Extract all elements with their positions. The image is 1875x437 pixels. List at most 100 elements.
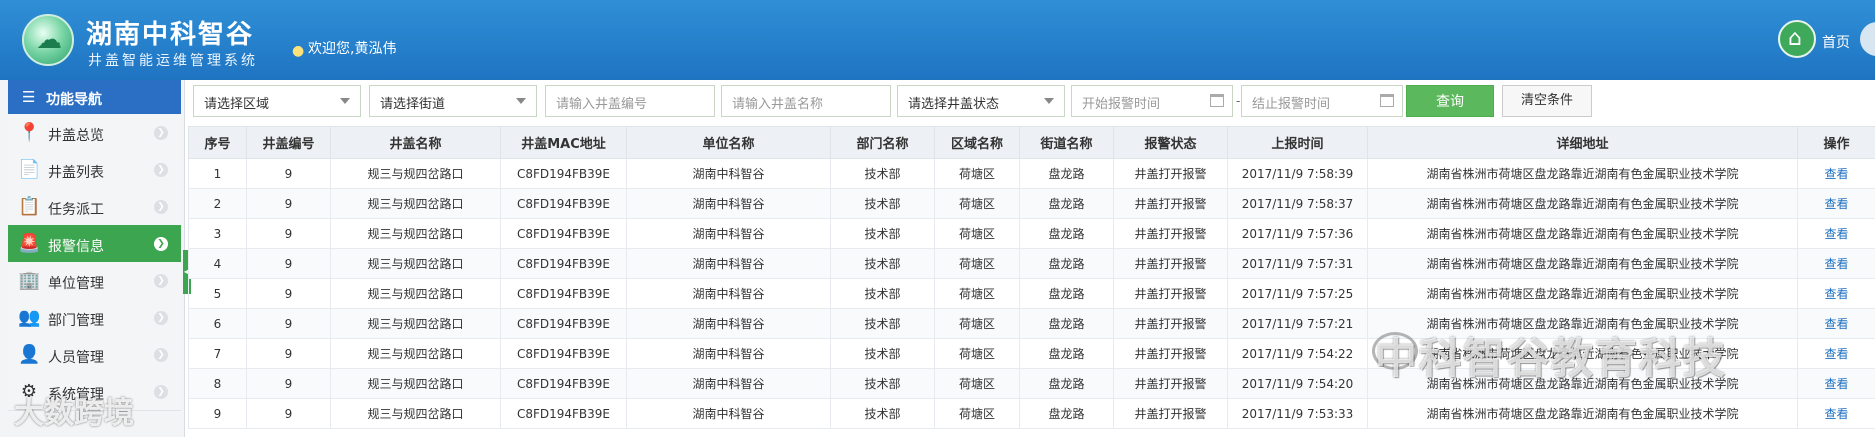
action-cell: 查看 [1797, 218, 1875, 249]
sidebar-item-label: 部门管理 [48, 313, 104, 329]
calendar-icon[interactable] [1380, 94, 1394, 107]
cover-name-placeholder: 请输入井盖名称 [732, 97, 824, 112]
sidebar-item-4[interactable]: 🚨 报警信息 ❯ [8, 225, 181, 263]
street-select[interactable]: 请选择街道 [369, 85, 537, 117]
home-link[interactable]: 首页 [1822, 32, 1850, 52]
user-icon: 👤 [18, 344, 41, 365]
view-link[interactable]: 查看 [1824, 197, 1848, 211]
table-cell: 技术部 [830, 218, 935, 249]
end-time-input[interactable]: 结止报警时间 [1241, 85, 1403, 117]
table-cell: 井盖打开报警 [1113, 398, 1228, 429]
column-header: 上报时间 [1227, 126, 1368, 159]
view-link[interactable]: 查看 [1824, 257, 1848, 271]
area-select-value: 请选择区域 [204, 97, 270, 112]
table-row: 3 9 规三与规四岔路口 C8FD194FB39E 湖南中科智谷 技术部 荷塘区 盘龙路 井盖打… [188, 218, 1875, 249]
action-cell: 查看 [1797, 398, 1875, 429]
chevron-right-icon: ❯ [154, 274, 168, 288]
street-select-value: 请选择街道 [380, 97, 446, 112]
column-header: 井盖名称 [330, 126, 501, 159]
table-cell: 井盖打开报警 [1113, 338, 1228, 369]
menu-list-icon: ☰ [22, 88, 36, 106]
home-icon[interactable]: ⌂ [1778, 20, 1816, 58]
table-cell: 技术部 [830, 158, 935, 189]
alarm-table-container: 序号 井盖编号 井盖名称 井盖MAC地址 单位名称 部门名称 区域名称 街道名称 报警状态 上报时… [188, 126, 1875, 437]
table-cell: 9 [246, 308, 331, 339]
table-cell: 9 [246, 248, 331, 279]
table-cell: 湖南中科智谷 [626, 248, 831, 279]
table-cell: 2017/11/9 7:54:22 [1227, 338, 1368, 369]
chevron-right-icon: ❯ [154, 348, 168, 362]
sidebar-item-3[interactable]: 📋 任务派工 ❯ [8, 188, 181, 226]
action-cell: 查看 [1797, 248, 1875, 279]
toolbar-edge-icon[interactable] [1860, 22, 1875, 56]
filter-bar: 请选择区域 请选择街道 请输入井盖编号 请输入井盖名称 请选择井盖状态 开始报警… [188, 82, 1875, 122]
table-cell: 荷塘区 [934, 368, 1020, 399]
cover-name-input[interactable]: 请输入井盖名称 [721, 85, 891, 117]
action-cell: 查看 [1797, 278, 1875, 309]
chevron-right-icon: ❯ [154, 163, 168, 177]
chevron-down-icon [1044, 98, 1054, 104]
table-header-row: 序号 井盖编号 井盖名称 井盖MAC地址 单位名称 部门名称 区域名称 街道名称 报警状态 上报时… [188, 126, 1875, 159]
view-link[interactable]: 查看 [1824, 377, 1848, 391]
table-cell: C8FD194FB39E [500, 218, 627, 249]
table-cell: C8FD194FB39E [500, 308, 627, 339]
table-cell: 技术部 [830, 338, 935, 369]
view-link[interactable]: 查看 [1824, 167, 1848, 181]
table-cell: 规三与规四岔路口 [330, 368, 501, 399]
start-time-input[interactable]: 开始报警时间 [1071, 85, 1233, 117]
view-link[interactable]: 查看 [1824, 317, 1848, 331]
table-cell: C8FD194FB39E [500, 188, 627, 219]
view-link[interactable]: 查看 [1824, 347, 1848, 361]
view-link[interactable]: 查看 [1824, 227, 1848, 241]
sidebar-item-2[interactable]: 📄 井盖列表 ❯ [8, 151, 181, 189]
calendar-icon[interactable] [1210, 94, 1224, 107]
table-row: 2 9 规三与规四岔路口 C8FD194FB39E 湖南中科智谷 技术部 荷塘区 盘龙路 井盖打… [188, 188, 1875, 219]
user-icon: ● [292, 43, 305, 59]
table-cell: 2017/11/9 7:53:33 [1227, 398, 1368, 429]
column-header: 井盖MAC地址 [500, 126, 627, 159]
table-cell: 井盖打开报警 [1113, 248, 1228, 279]
cover-number-input[interactable]: 请输入井盖编号 [545, 85, 715, 117]
sidebar-item-7[interactable]: 👤 人员管理 ❯ [8, 336, 181, 374]
column-header: 详细地址 [1367, 126, 1798, 159]
column-header: 街道名称 [1019, 126, 1114, 159]
sidebar-item-5[interactable]: 🏢 单位管理 ❯ [8, 262, 181, 300]
table-cell: 盘龙路 [1019, 398, 1114, 429]
query-button[interactable]: 查询 [1406, 85, 1494, 117]
view-link[interactable]: 查看 [1824, 407, 1848, 421]
column-header: 单位名称 [626, 126, 831, 159]
action-cell: 查看 [1797, 308, 1875, 339]
sidebar-item-label: 井盖总览 [48, 128, 104, 144]
sidebar-item-label: 井盖列表 [48, 165, 104, 181]
chevron-right-icon: ❯ [154, 237, 168, 251]
table-cell: 盘龙路 [1019, 308, 1114, 339]
table-cell: 2 [188, 188, 247, 219]
map-pin-icon: 📍 [18, 122, 41, 143]
status-select[interactable]: 请选择井盖状态 [897, 85, 1065, 117]
column-header: 报警状态 [1113, 126, 1228, 159]
table-cell: 2017/11/9 7:58:39 [1227, 158, 1368, 189]
app-header: ☁ 湖南中科智谷 井盖智能运维管理系统 ● 欢迎您,黄泓伟 ⌂ 首页 [0, 0, 1875, 80]
table-cell: C8FD194FB39E [500, 248, 627, 279]
nav-header: ☰ 功能导航 [8, 80, 181, 114]
table-cell: 8 [188, 368, 247, 399]
table-cell: 荷塘区 [934, 218, 1020, 249]
column-header: 操作 [1797, 126, 1875, 159]
table-cell: 规三与规四岔路口 [330, 248, 501, 279]
sidebar-item-6[interactable]: 👥 部门管理 ❯ [8, 299, 181, 337]
table-cell: 规三与规四岔路口 [330, 218, 501, 249]
table-cell: 技术部 [830, 188, 935, 219]
action-cell: 查看 [1797, 338, 1875, 369]
clear-filters-button[interactable]: 清空条件 [1502, 85, 1592, 117]
table-cell: 湖南中科智谷 [626, 368, 831, 399]
chevron-right-icon: ❯ [154, 385, 168, 399]
table-cell: 荷塘区 [934, 338, 1020, 369]
sidebar-item-label: 人员管理 [48, 350, 104, 366]
table-cell: 3 [188, 218, 247, 249]
table-cell: 2017/11/9 7:57:21 [1227, 308, 1368, 339]
logo-icon: ☁ [22, 14, 74, 66]
view-link[interactable]: 查看 [1824, 287, 1848, 301]
sidebar-item-1[interactable]: 📍 井盖总览 ❯ [8, 114, 181, 152]
area-select[interactable]: 请选择区域 [193, 85, 361, 117]
chevron-right-icon: ❯ [154, 126, 168, 140]
